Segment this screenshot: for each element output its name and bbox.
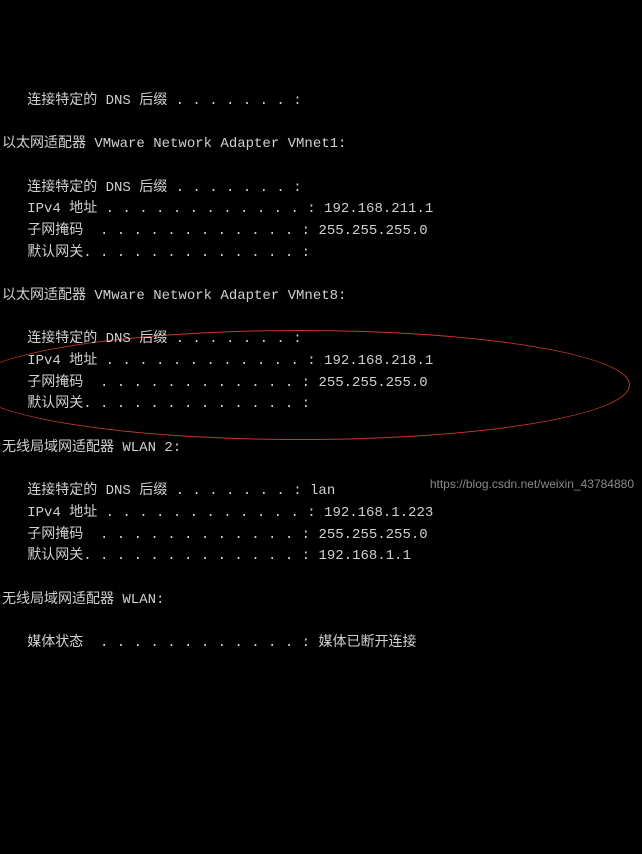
config-row: IPv4 地址 . . . . . . . . . . . . : 192.16… [2,503,640,525]
adapter-header: 以太网适配器 VMware Network Adapter VMnet8: [2,286,640,308]
blank-line [2,568,640,590]
adapter-header: 无线局域网适配器 WLAN 2: [2,438,640,460]
config-row: IPv4 地址 . . . . . . . . . . . . : 192.16… [2,351,640,373]
watermark-text: https://blog.csdn.net/weixin_43784880 [430,475,634,494]
config-row: 子网掩码 . . . . . . . . . . . . : 255.255.2… [2,373,640,395]
blank-line [2,611,640,633]
config-row: IPv4 地址 . . . . . . . . . . . . : 192.16… [2,199,640,221]
config-row: 连接特定的 DNS 后缀 . . . . . . . : [2,91,640,113]
config-row: 默认网关. . . . . . . . . . . . . : [2,243,640,265]
blank-line [2,156,640,178]
blank-line [2,264,640,286]
config-row: 子网掩码 . . . . . . . . . . . . : 255.255.2… [2,221,640,243]
config-row: 连接特定的 DNS 后缀 . . . . . . . : [2,329,640,351]
config-row: 子网掩码 . . . . . . . . . . . . : 255.255.2… [2,525,640,547]
blank-line [2,416,640,438]
config-row: 默认网关. . . . . . . . . . . . . : 192.168.… [2,546,640,568]
blank-line [2,308,640,330]
adapter-header: 无线局域网适配器 WLAN: [2,590,640,612]
terminal-output: 连接特定的 DNS 后缀 . . . . . . . : 以太网适配器 VMwar… [0,87,642,659]
adapter-header: 以太网适配器 VMware Network Adapter VMnet1: [2,134,640,156]
config-row: 媒体状态 . . . . . . . . . . . . : 媒体已断开连接 [2,633,640,655]
blank-line [2,112,640,134]
config-row: 连接特定的 DNS 后缀 . . . . . . . : [2,178,640,200]
config-row: 默认网关. . . . . . . . . . . . . : [2,394,640,416]
